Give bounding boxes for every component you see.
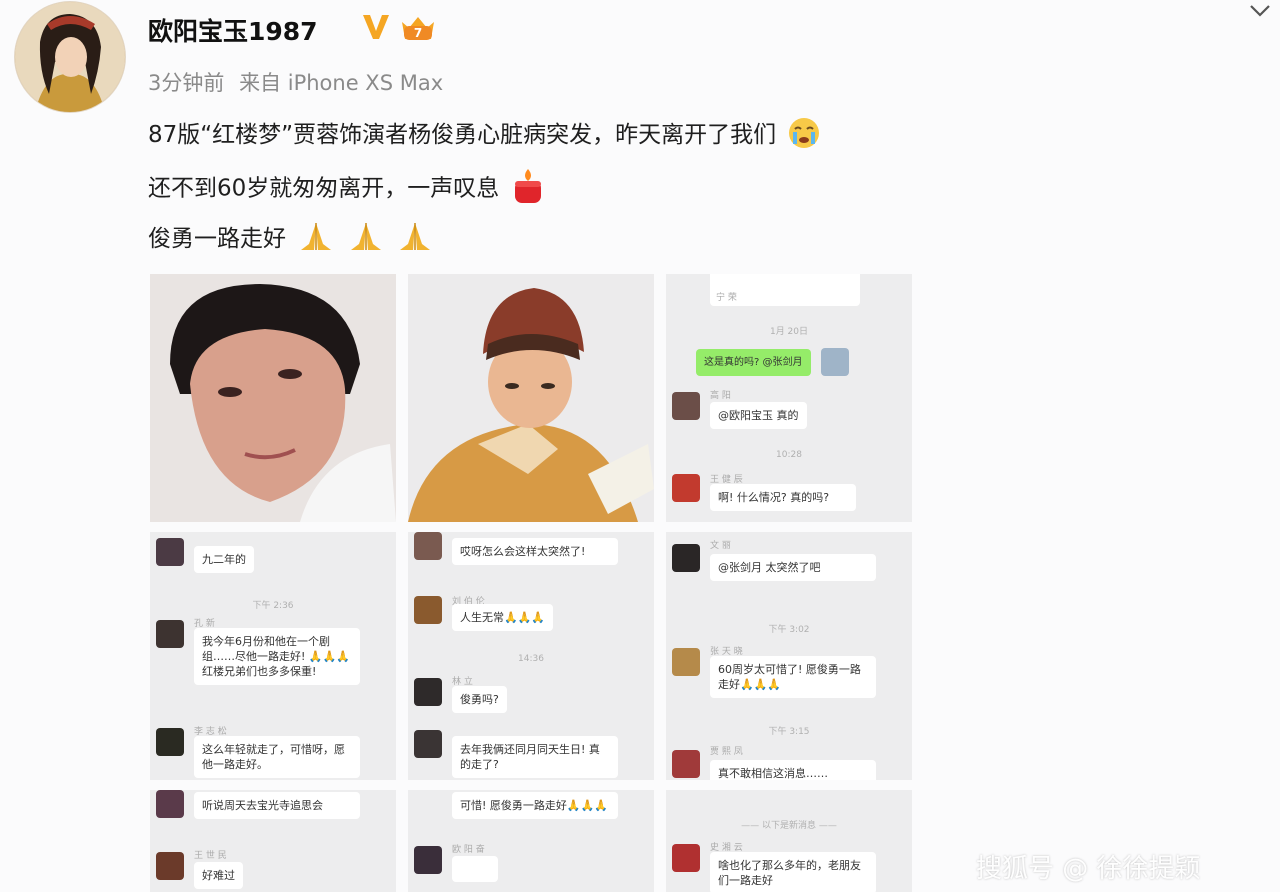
chat-message: 去年我俩还同月同天生日! 真的走了?: [414, 730, 618, 778]
username[interactable]: 欧阳宝玉1987: [148, 12, 318, 48]
time-separator: 1月 20日: [769, 327, 809, 337]
post-meta: 3分钟前 来自 iPhone XS Max: [148, 67, 443, 97]
sender-avatar: [672, 474, 700, 502]
message-bubble: 可惜! 愿俊勇一路走好🙏🙏🙏: [452, 792, 618, 819]
verified-v-icon: [360, 10, 392, 46]
chat-screenshot-9[interactable]: —— 以下是新消息 —— 史 湘 云 啥也化了那么多年的，老朋友们一路走好: [666, 790, 912, 892]
message-bubble: 60周岁太可惜了! 愿俊勇一路走好🙏🙏🙏: [710, 656, 876, 698]
message-bubble: @张剑月 太突然了吧: [710, 554, 876, 581]
sender-avatar: [414, 846, 442, 874]
outgoing-bubble: 这是真的吗? @张剑月: [696, 348, 811, 376]
user-avatar[interactable]: [15, 2, 125, 112]
chat-message: [414, 846, 498, 882]
chevron-down-icon[interactable]: [1248, 0, 1272, 24]
photo-portrait-1[interactable]: [150, 274, 396, 522]
sender-avatar: [156, 538, 184, 566]
chat-message: 人生无常🙏🙏🙏: [414, 596, 554, 631]
chat-message: 九二年的: [156, 538, 254, 573]
post-text-line-1: 87版“红楼梦”贾蓉饰演者杨俊勇心脏病突发，昨天离开了我们: [148, 115, 821, 156]
svg-text:7: 7: [414, 26, 422, 40]
outgoing-message: 这是真的吗? @张剑月: [696, 348, 849, 376]
time-separator: 下午 3:15: [768, 727, 810, 737]
sender-avatar: [672, 648, 700, 676]
chat-message: 这么年轻就走了，可惜呀，愿他一路走好。: [156, 728, 360, 778]
photo-costume-2[interactable]: [408, 274, 654, 522]
message-bubble: 听说周天去宝光寺追思会: [194, 792, 360, 819]
crying-face-icon: [787, 116, 821, 156]
sender-avatar: [672, 544, 700, 572]
sender-avatar: [156, 852, 184, 880]
sender-avatar: [672, 750, 700, 778]
message-bubble: 真不敢相信这消息……: [710, 760, 876, 780]
chat-message: @张剑月 太突然了吧: [672, 544, 876, 581]
message-bubble: 啊! 什么情况? 真的吗?: [710, 484, 856, 511]
chat-message: 俊勇吗?: [414, 678, 507, 713]
candle-icon: [511, 167, 545, 211]
message-bubble: 我今年6月份和他在一个剧组……尽他一路走好! 🙏🙏🙏 红楼兄弟们也多多保重!: [194, 628, 360, 685]
post-text-line-3: 俊勇一路走好: [148, 219, 434, 260]
chat-message: 可惜! 愿俊勇一路走好🙏🙏🙏: [414, 790, 618, 819]
message-bubble: 哎呀怎么会这样太突然了!: [452, 538, 618, 565]
chat-screenshot-7[interactable]: 听说周天去宝光寺追思会 王 世 民 好难过: [150, 790, 396, 892]
chat-message: 啊! 什么情况? 真的吗?: [672, 474, 856, 511]
time-separator: 下午 3:02: [768, 625, 810, 635]
sender-avatar: [156, 728, 184, 756]
sender-avatar: [414, 532, 442, 560]
chat-screenshot-6[interactable]: 文 丽 @张剑月 太突然了吧 下午 3:02 张 天 晓 60周岁太可惜了! 愿…: [666, 532, 912, 780]
post-text-2: 还不到60岁就匆匆离开，一声叹息: [148, 175, 500, 202]
message-bubble: 这么年轻就走了，可惜呀，愿他一路走好。: [194, 736, 360, 778]
sender-avatar: [820, 348, 849, 376]
chat-message: @欧阳宝玉 真的: [672, 392, 807, 429]
sender-avatar: [414, 730, 442, 758]
sender-name: 宁 荣: [716, 293, 737, 303]
watermark-text: 搜狐号 @ 徐徐提颖: [976, 854, 1201, 884]
chat-message: 真不敢相信这消息……: [672, 750, 876, 780]
time-separator: 14:36: [518, 654, 544, 664]
message-bubble: 啥也化了那么多年的，老朋友们一路走好: [710, 852, 876, 892]
post-text-3: 俊勇一路走好: [148, 226, 286, 252]
chat-message: 我今年6月份和他在一个剧组……尽他一路走好! 🙏🙏🙏 红楼兄弟们也多多保重!: [156, 620, 360, 685]
message-bubble: 好难过: [194, 862, 243, 889]
chat-screenshot-4[interactable]: 九二年的 下午 2:36 孔 新 我今年6月份和他在一个剧组……尽他一路走好! …: [150, 532, 396, 780]
message-bubble: 人生无常🙏🙏🙏: [452, 604, 554, 631]
message-bubble: 去年我俩还同月同天生日! 真的走了?: [452, 736, 618, 778]
sender-avatar: [414, 790, 442, 818]
chat-screenshot-3[interactable]: 宁 荣 1月 20日 这是真的吗? @张剑月 高 阳 @欧阳宝玉 真的 10:2…: [666, 274, 912, 522]
post-time: 3分钟前: [148, 71, 225, 95]
chat-screenshot-5[interactable]: 哎呀怎么会这样太突然了! 刘 伯 伦 人生无常🙏🙏🙏 14:36 林 立 俊勇吗…: [408, 532, 654, 780]
sender-avatar: [672, 844, 700, 872]
praying-hands-icon: [297, 220, 335, 260]
source-prefix: 来自: [239, 71, 282, 95]
chat-message: 啥也化了那么多年的，老朋友们一路走好: [672, 844, 876, 892]
post-text-line-2: 还不到60岁就匆匆离开，一声叹息: [148, 167, 545, 211]
member-crown-icon: 7: [398, 12, 438, 48]
chat-screenshot-8[interactable]: 可惜! 愿俊勇一路走好🙏🙏🙏 欧 阳 奋: [408, 790, 654, 892]
time-separator: 下午 2:36: [252, 601, 294, 611]
praying-hands-icon: [396, 220, 434, 260]
chat-message: 60周岁太可惜了! 愿俊勇一路走好🙏🙏🙏: [672, 648, 876, 698]
chat-message: 好难过: [156, 852, 243, 889]
message-bubble: [452, 856, 498, 882]
device-name[interactable]: iPhone XS Max: [288, 71, 443, 95]
message-bubble: 宁 荣: [710, 274, 860, 306]
message-bubble: 九二年的: [194, 546, 254, 573]
message-bubble: @欧阳宝玉 真的: [710, 402, 807, 429]
time-separator: —— 以下是新消息 ——: [741, 821, 837, 831]
praying-hands-icon: [347, 220, 385, 260]
post-text-1: 87版“红楼梦”贾蓉饰演者杨俊勇心脏病突发，昨天离开了我们: [148, 122, 777, 148]
sender-avatar: [672, 392, 700, 420]
sender-avatar: [414, 678, 442, 706]
message-bubble: 俊勇吗?: [452, 686, 507, 713]
chat-message: 听说周天去宝光寺追思会: [156, 790, 360, 819]
chat-message: 哎呀怎么会这样太突然了!: [414, 532, 618, 565]
sender-avatar: [156, 790, 184, 818]
sender-avatar: [414, 596, 442, 624]
sender-avatar: [156, 620, 184, 648]
time-separator: 10:28: [776, 450, 802, 460]
